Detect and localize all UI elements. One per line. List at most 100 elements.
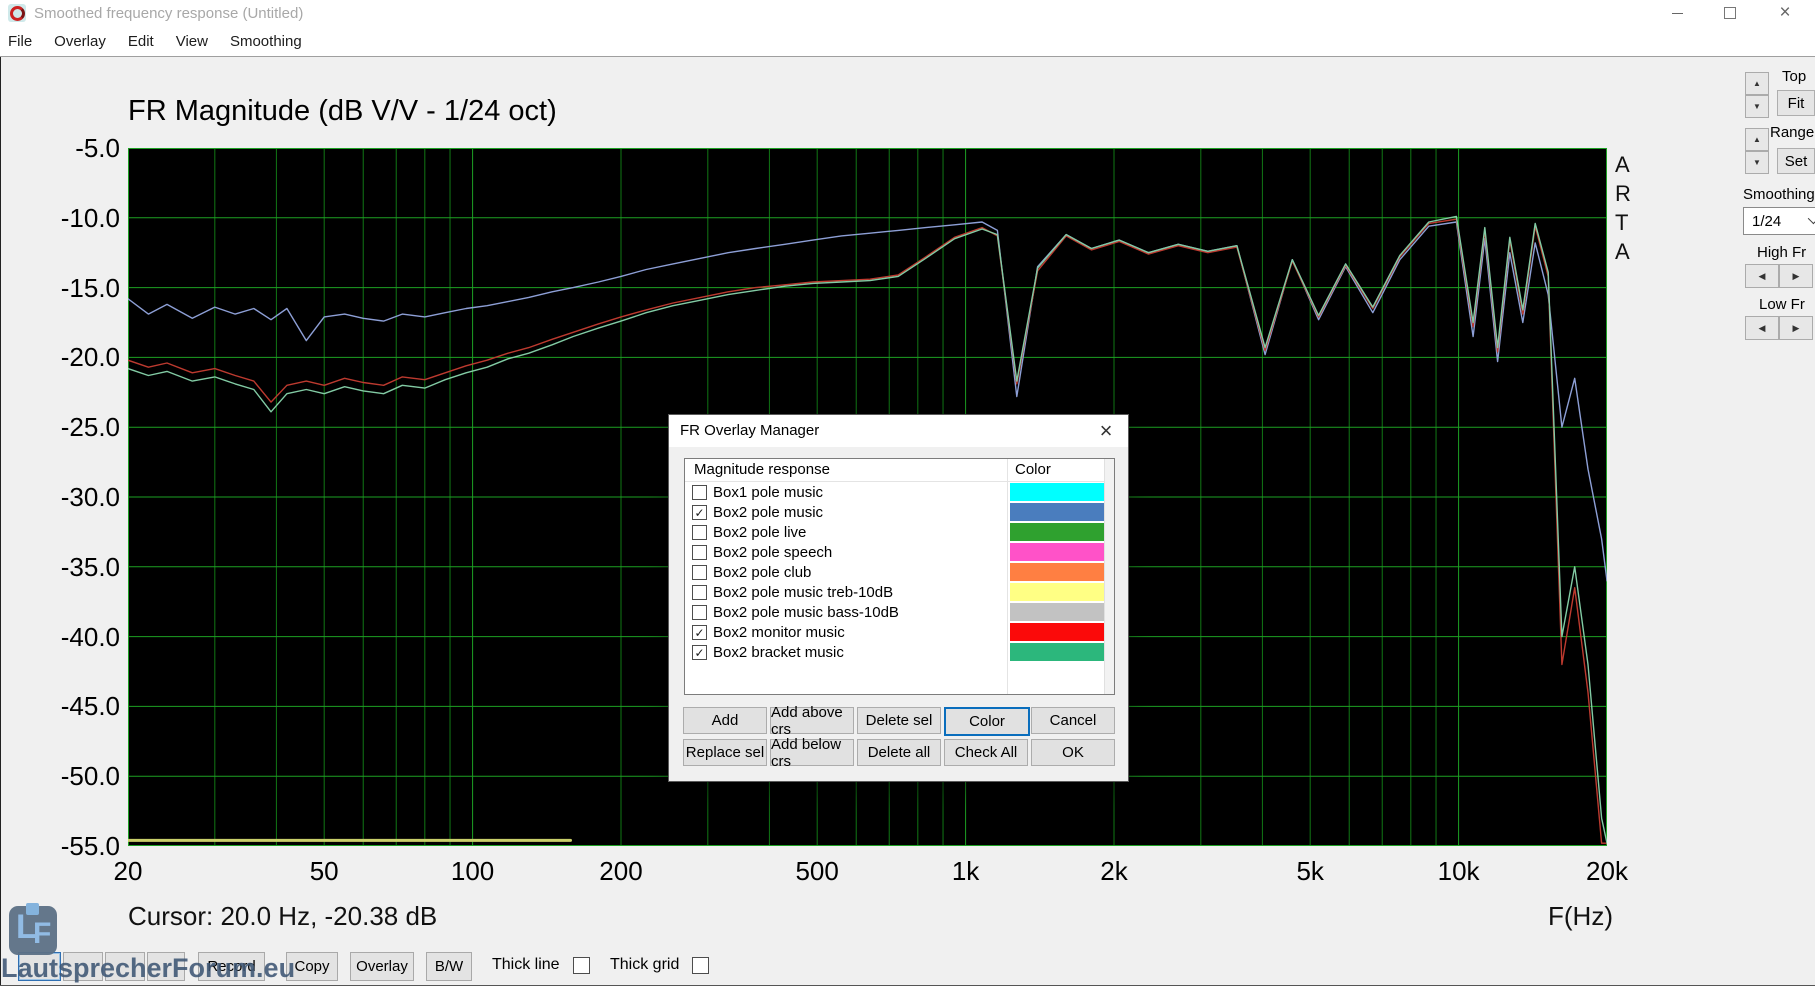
dialog-title-bar[interactable]: FR Overlay Manager × bbox=[669, 415, 1128, 447]
y-tick-label: -25.0 bbox=[8, 411, 120, 443]
title-bar: Smoothed frequency response (Untitled) × bbox=[0, 0, 1815, 26]
checkbox-checked[interactable]: ✓ bbox=[692, 645, 707, 660]
add-below-crs-button[interactable]: Add below crs bbox=[770, 739, 854, 766]
checkbox-unchecked[interactable] bbox=[692, 525, 707, 540]
top-spin-up-icon[interactable]: ▲ bbox=[1745, 72, 1769, 95]
add-button[interactable]: Add bbox=[683, 707, 767, 734]
menu-item-smoothing[interactable]: Smoothing bbox=[230, 33, 302, 50]
delete-sel-button[interactable]: Delete sel bbox=[857, 707, 941, 734]
color-swatch[interactable] bbox=[1010, 603, 1104, 621]
overlay-button[interactable]: Overlay bbox=[350, 952, 414, 981]
y-tick-label: -5.0 bbox=[8, 132, 120, 164]
watermark-text: LautsprecherForum.eu bbox=[1, 953, 295, 984]
x-tick-label: 5k bbox=[1296, 856, 1323, 887]
list-header: Magnitude response Color bbox=[685, 459, 1114, 482]
arta-app-icon bbox=[8, 4, 26, 22]
check-all-button[interactable]: Check All bbox=[944, 739, 1028, 766]
close-button[interactable]: × bbox=[1762, 0, 1808, 26]
x-tick-label: 50 bbox=[310, 856, 339, 887]
low-fr-right-icon[interactable]: ▶ bbox=[1779, 316, 1813, 340]
minimize-icon bbox=[1672, 13, 1683, 14]
checkbox-unchecked[interactable] bbox=[692, 605, 707, 620]
cancel-button[interactable]: Cancel bbox=[1031, 707, 1115, 734]
checkbox-unchecked[interactable] bbox=[692, 565, 707, 580]
range-label: Range bbox=[1770, 124, 1814, 141]
bw-button[interactable]: B/W bbox=[426, 952, 472, 981]
overlay-row-label: Box2 pole music treb-10dB bbox=[713, 584, 893, 601]
thick-line-checkbox[interactable] bbox=[573, 957, 590, 974]
range-spin-down-icon[interactable]: ▼ bbox=[1745, 151, 1769, 174]
color-button[interactable]: Color bbox=[944, 707, 1030, 736]
y-tick-label: -15.0 bbox=[8, 272, 120, 304]
high-fr-label: High Fr bbox=[1757, 244, 1806, 261]
color-swatch[interactable] bbox=[1010, 543, 1104, 561]
checkbox-checked[interactable]: ✓ bbox=[692, 505, 707, 520]
smoothing-dropdown[interactable]: 1/24 bbox=[1743, 207, 1815, 235]
minimize-button[interactable] bbox=[1654, 0, 1700, 26]
lautsprecherforum-logo: L F bbox=[9, 906, 57, 955]
range-spin-up-icon[interactable]: ▲ bbox=[1745, 128, 1769, 151]
color-swatch[interactable] bbox=[1010, 483, 1104, 501]
y-tick-label: -35.0 bbox=[8, 551, 120, 583]
checkbox-checked[interactable]: ✓ bbox=[692, 625, 707, 640]
dialog-close-button[interactable]: × bbox=[1084, 415, 1128, 447]
overlay-row-5[interactable]: Box2 pole club bbox=[685, 562, 1114, 582]
thick-line-label: Thick line bbox=[492, 956, 560, 974]
top-spin-down-icon[interactable]: ▼ bbox=[1745, 95, 1769, 118]
overlay-row-7[interactable]: Box2 pole music bass-10dB bbox=[685, 602, 1114, 622]
overlay-row-label: Box2 bracket music bbox=[713, 644, 844, 661]
fit-button[interactable]: Fit bbox=[1777, 90, 1815, 116]
y-tick-label: -40.0 bbox=[8, 621, 120, 653]
color-swatch[interactable] bbox=[1010, 503, 1104, 521]
color-swatch[interactable] bbox=[1010, 583, 1104, 601]
x-tick-label: 100 bbox=[451, 856, 494, 887]
menu-item-file[interactable]: File bbox=[8, 33, 32, 50]
low-fr-left-icon[interactable]: ◀ bbox=[1745, 316, 1779, 340]
set-button[interactable]: Set bbox=[1777, 148, 1815, 174]
list-scrollbar[interactable] bbox=[1104, 459, 1114, 694]
overlay-row-9[interactable]: ✓ Box2 bracket music bbox=[685, 642, 1114, 662]
color-swatch[interactable] bbox=[1010, 523, 1104, 541]
overlay-row-4[interactable]: Box2 pole speech bbox=[685, 542, 1114, 562]
y-tick-label: -50.0 bbox=[8, 760, 120, 792]
arta-letter: R bbox=[1615, 179, 1631, 208]
high-fr-left-icon[interactable]: ◀ bbox=[1745, 264, 1779, 288]
menu-item-overlay[interactable]: Overlay bbox=[54, 33, 106, 50]
menu-item-edit[interactable]: Edit bbox=[128, 33, 154, 50]
app-window: Smoothed frequency response (Untitled) ×… bbox=[0, 0, 1815, 986]
menu-item-view[interactable]: View bbox=[176, 33, 208, 50]
arta-letter: A bbox=[1615, 150, 1630, 179]
color-swatch[interactable] bbox=[1010, 643, 1104, 661]
overlay-row-label: Box1 pole music bbox=[713, 484, 823, 501]
color-swatch[interactable] bbox=[1010, 623, 1104, 641]
checkbox-unchecked[interactable] bbox=[692, 545, 707, 560]
add-above-crs-button[interactable]: Add above crs bbox=[770, 707, 854, 734]
replace-sel-button[interactable]: Replace sel bbox=[683, 739, 767, 766]
arta-side-watermark: ARTA bbox=[1615, 150, 1631, 266]
overlay-row-8[interactable]: ✓Box2 monitor music bbox=[685, 622, 1114, 642]
close-icon: × bbox=[1100, 421, 1113, 441]
column-header-magnitude: Magnitude response bbox=[694, 461, 830, 478]
x-tick-label: 20 bbox=[114, 856, 143, 887]
overlay-row-3[interactable]: Box2 pole live bbox=[685, 522, 1114, 542]
high-fr-right-icon[interactable]: ▶ bbox=[1779, 264, 1813, 288]
column-header-color: Color bbox=[1015, 461, 1051, 478]
overlay-row-6[interactable]: Box2 pole music treb-10dB bbox=[685, 582, 1114, 602]
overlay-row-2[interactable]: ✓ Box2 pole music bbox=[685, 502, 1114, 522]
low-fr-label: Low Fr bbox=[1759, 296, 1805, 313]
delete-all-button[interactable]: Delete all bbox=[857, 739, 941, 766]
checkbox-unchecked[interactable] bbox=[692, 585, 707, 600]
overlay-row-label: Box2 pole music bbox=[713, 504, 823, 521]
smoothing-label: Smoothing bbox=[1743, 186, 1815, 203]
thick-grid-label: Thick grid bbox=[610, 956, 679, 974]
ok-button[interactable]: OK bbox=[1031, 739, 1115, 766]
thick-grid-checkbox[interactable] bbox=[692, 957, 709, 974]
overlay-row-1[interactable]: Box1 pole music bbox=[685, 482, 1114, 502]
y-tick-label: -45.0 bbox=[8, 690, 120, 722]
maximize-button[interactable] bbox=[1707, 0, 1753, 26]
chevron-down-icon bbox=[1808, 213, 1815, 224]
checkbox-unchecked[interactable] bbox=[692, 485, 707, 500]
range-spinner: ▲ ▼ bbox=[1745, 128, 1767, 174]
dialog-title: FR Overlay Manager bbox=[680, 422, 819, 439]
color-swatch[interactable] bbox=[1010, 563, 1104, 581]
